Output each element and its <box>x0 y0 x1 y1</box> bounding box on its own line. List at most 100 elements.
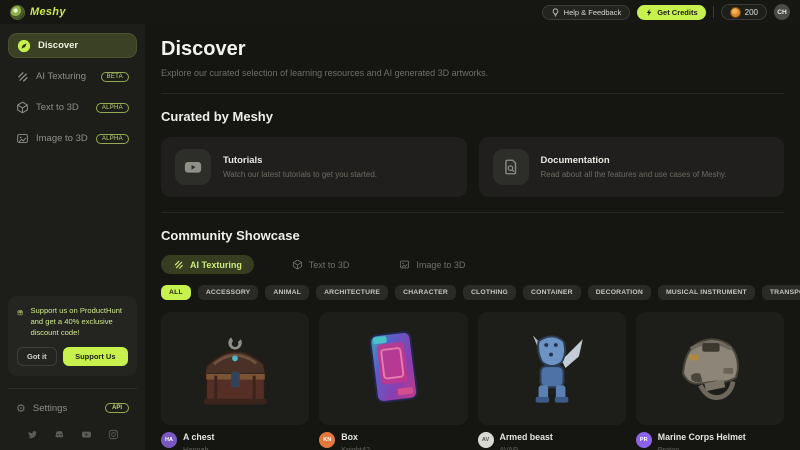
image-icon <box>16 132 29 145</box>
artwork-card: HA A chest Hannah <box>161 312 309 450</box>
sidebar: Discover AI Texturing BETA Text to 3D AL… <box>0 24 145 450</box>
beta-badge: BETA <box>101 72 129 82</box>
filter-chip-decoration[interactable]: DECORATION <box>588 285 651 300</box>
artwork-card: KN Box Knight42 <box>319 312 467 450</box>
credits-coin-icon <box>730 7 741 18</box>
gift-icon <box>17 305 23 320</box>
sidebar-item-image-to-3d[interactable]: Image to 3D ALPHA <box>8 126 137 151</box>
artwork-title[interactable]: Armed beast <box>500 432 553 442</box>
help-feedback-label: Help & Feedback <box>564 8 622 17</box>
alpha-badge: ALPHA <box>96 134 129 144</box>
instagram-icon[interactable] <box>108 429 119 440</box>
youtube-icon[interactable] <box>81 429 92 440</box>
document-search-icon <box>493 149 529 185</box>
user-avatar[interactable]: CH <box>774 4 790 20</box>
artwork-image-helmet[interactable] <box>636 312 784 425</box>
filter-chip-musical-instrument[interactable]: MUSICAL INSTRUMENT <box>658 285 755 300</box>
curated-card-desc: Watch our latest tutorials to get you st… <box>223 170 377 179</box>
artwork-title[interactable]: A chest <box>183 432 214 442</box>
curated-card-title: Documentation <box>541 155 727 166</box>
artwork-image-armed-beast[interactable] <box>478 312 626 425</box>
filter-chip-container[interactable]: CONTAINER <box>523 285 581 300</box>
section-heading-showcase: Community Showcase <box>161 228 784 243</box>
sidebar-item-ai-texturing[interactable]: AI Texturing BETA <box>8 64 137 89</box>
curated-card-title: Tutorials <box>223 155 377 166</box>
category-filters: ALL ACCESSORY ANIMAL ARCHITECTURE CHARAC… <box>161 285 784 300</box>
curated-card-desc: Read about all the features and use case… <box>541 170 727 179</box>
youtube-play-icon <box>175 149 211 185</box>
api-badge: API <box>105 403 129 413</box>
help-feedback-button[interactable]: Help & Feedback <box>542 5 631 20</box>
topbar-divider <box>713 6 714 18</box>
filter-chip-animal[interactable]: ANIMAL <box>265 285 309 300</box>
section-divider <box>161 93 784 94</box>
tutorials-card[interactable]: Tutorials Watch our latest tutorials to … <box>161 137 467 197</box>
avatar[interactable]: KN <box>319 432 335 448</box>
filter-chip-accessory[interactable]: ACCESSORY <box>198 285 259 300</box>
page-title: Discover <box>161 38 784 61</box>
tab-label: Image to 3D <box>416 260 465 270</box>
promo-card: Support us on ProductHunt and get a 40% … <box>8 296 137 376</box>
artwork-grid: HA A chest Hannah <box>161 312 784 450</box>
avatar[interactable]: AV <box>478 432 494 448</box>
lightning-bolt-icon <box>645 8 653 17</box>
showcase-tabs: AI Texturing Text to 3D Image to 3D <box>161 255 784 274</box>
settings-label: Settings <box>33 403 67 414</box>
gear-icon: ⚙ <box>16 402 26 415</box>
artwork-author: AVAR <box>500 445 553 450</box>
promo-text: Support us on ProductHunt and get a 40% … <box>30 305 128 338</box>
artwork-image-box[interactable] <box>319 312 467 425</box>
get-credits-button[interactable]: Get Credits <box>637 5 705 20</box>
support-us-button[interactable]: Support Us <box>63 347 128 366</box>
social-links <box>8 419 137 444</box>
filter-chip-character[interactable]: CHARACTER <box>395 285 456 300</box>
artwork-card: PR Marine Corps Helmet Proton <box>636 312 784 450</box>
artwork-title[interactable]: Box <box>341 432 370 442</box>
image-icon <box>399 259 410 270</box>
meshy-logo-icon <box>10 5 25 20</box>
artwork-card: AV Armed beast AVAR <box>478 312 626 450</box>
tab-ai-texturing[interactable]: AI Texturing <box>161 255 254 274</box>
documentation-card[interactable]: Documentation Read about all the feature… <box>479 137 785 197</box>
sidebar-item-discover[interactable]: Discover <box>8 33 137 58</box>
avatar[interactable]: HA <box>161 432 177 448</box>
twitter-icon[interactable] <box>27 429 38 440</box>
artwork-image-chest[interactable] <box>161 312 309 425</box>
tab-label: Text to 3D <box>309 260 350 270</box>
get-credits-label: Get Credits <box>657 8 697 17</box>
app-logo[interactable]: Meshy <box>10 5 66 20</box>
sidebar-item-text-to-3d[interactable]: Text to 3D ALPHA <box>8 95 137 120</box>
filter-chip-all[interactable]: ALL <box>161 285 191 300</box>
section-heading-curated: Curated by Meshy <box>161 109 784 124</box>
texture-stripes-icon <box>16 70 29 83</box>
filter-chip-transportation[interactable]: TRANSPORTATION <box>762 285 800 300</box>
filter-chip-architecture[interactable]: ARCHITECTURE <box>316 285 388 300</box>
credits-count: 200 <box>745 8 758 17</box>
tab-image-to-3d[interactable]: Image to 3D <box>387 255 477 274</box>
tab-text-to-3d[interactable]: Text to 3D <box>280 255 362 274</box>
alpha-badge: ALPHA <box>96 103 129 113</box>
page-subtitle: Explore our curated selection of learnin… <box>161 68 784 78</box>
artwork-title[interactable]: Marine Corps Helmet <box>658 432 746 442</box>
top-bar: Meshy Help & Feedback Get Credits 200 CH <box>0 0 800 24</box>
artwork-author: Hannah <box>183 445 214 450</box>
sidebar-item-label: Discover <box>38 40 78 51</box>
section-divider <box>161 212 784 213</box>
credits-pill[interactable]: 200 <box>721 4 767 20</box>
texture-stripes-icon <box>173 259 184 270</box>
sidebar-item-settings[interactable]: ⚙ Settings API <box>8 397 137 419</box>
lightbulb-icon <box>551 8 560 17</box>
filter-chip-clothing[interactable]: CLOTHING <box>463 285 516 300</box>
tab-label: AI Texturing <box>190 260 242 270</box>
compass-icon <box>17 39 31 53</box>
discord-icon[interactable] <box>54 429 65 440</box>
avatar[interactable]: PR <box>636 432 652 448</box>
main-content: Discover Explore our curated selection o… <box>145 24 800 450</box>
cube-icon <box>292 259 303 270</box>
artwork-author: Knight42 <box>341 445 370 450</box>
sidebar-divider <box>8 388 137 389</box>
sidebar-item-label: Text to 3D <box>36 102 79 113</box>
cube-icon <box>16 101 29 114</box>
artwork-author: Proton <box>658 445 746 450</box>
got-it-button[interactable]: Got it <box>17 347 57 366</box>
